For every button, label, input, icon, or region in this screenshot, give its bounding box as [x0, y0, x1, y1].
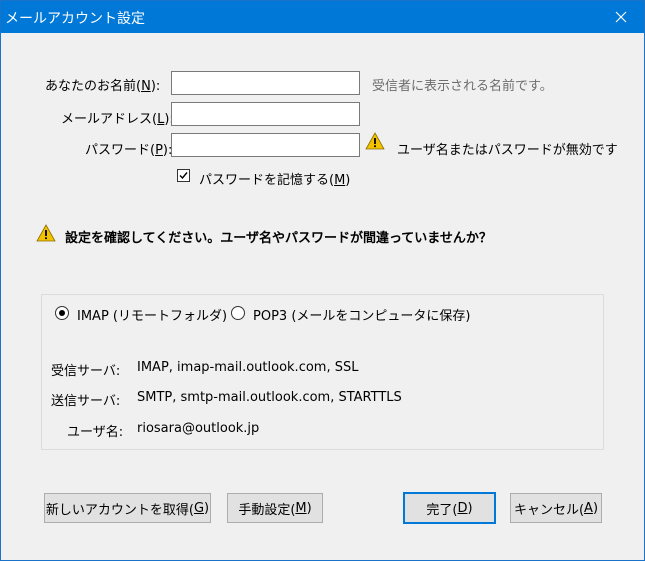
- name-input[interactable]: [176, 72, 359, 96]
- new-account-button[interactable]: 新しいアカウントを取得(G): [44, 493, 211, 523]
- warning-icon: [36, 224, 56, 242]
- name-field[interactable]: [171, 71, 360, 96]
- pop3-radio-label[interactable]: POP3 (メールをコンピュータに保存): [253, 305, 470, 324]
- remember-password-label[interactable]: パスワードを記憶する(M): [199, 169, 350, 188]
- title-bar: メールアカウント設定: [1, 1, 644, 33]
- cancel-button[interactable]: キャンセル(A): [510, 493, 602, 523]
- email-input[interactable]: [176, 103, 359, 127]
- password-field[interactable]: [171, 133, 360, 158]
- settings-alert-message: 設定を確認してください。ユーザ名やパスワードが間違っていませんか？: [65, 231, 492, 246]
- name-label: あなたのお名前(N):: [45, 79, 161, 94]
- done-button[interactable]: 完了(D): [403, 492, 496, 524]
- manual-config-button[interactable]: 手動設定(M): [227, 493, 323, 523]
- username-label: ユーザ名:: [67, 425, 124, 440]
- imap-radio-label[interactable]: IMAP (リモートフォルダ): [77, 305, 227, 324]
- incoming-server-label: 受信サーバ:: [51, 364, 121, 379]
- close-icon: [615, 11, 627, 23]
- email-field[interactable]: [171, 102, 360, 127]
- password-label: パスワード(P):: [85, 143, 173, 158]
- username-value: riosara@outlook.jp: [137, 421, 260, 436]
- password-input[interactable]: [176, 134, 359, 158]
- mail-account-settings-dialog: メールアカウント設定 あなたのお名前(N): 受信者に表示される名前です。 メー…: [0, 0, 645, 561]
- incoming-server-value: IMAP, imap-mail.outlook.com, SSL: [137, 360, 359, 375]
- name-hint: 受信者に表示される名前です。: [372, 79, 553, 94]
- close-button[interactable]: [598, 1, 644, 33]
- pop3-radio[interactable]: [231, 306, 245, 320]
- warning-icon: [365, 132, 385, 150]
- remember-password-checkbox[interactable]: [177, 169, 190, 182]
- checkmark-icon: [179, 172, 188, 180]
- window-title: メールアカウント設定: [5, 11, 145, 27]
- outgoing-server-value: SMTP, smtp-mail.outlook.com, STARTTLS: [137, 390, 402, 405]
- email-label: メールアドレス(L):: [61, 112, 174, 127]
- password-warning-text: ユーザ名またはパスワードが無効です: [397, 143, 618, 158]
- imap-radio[interactable]: [55, 306, 69, 320]
- outgoing-server-label: 送信サーバ:: [51, 394, 121, 409]
